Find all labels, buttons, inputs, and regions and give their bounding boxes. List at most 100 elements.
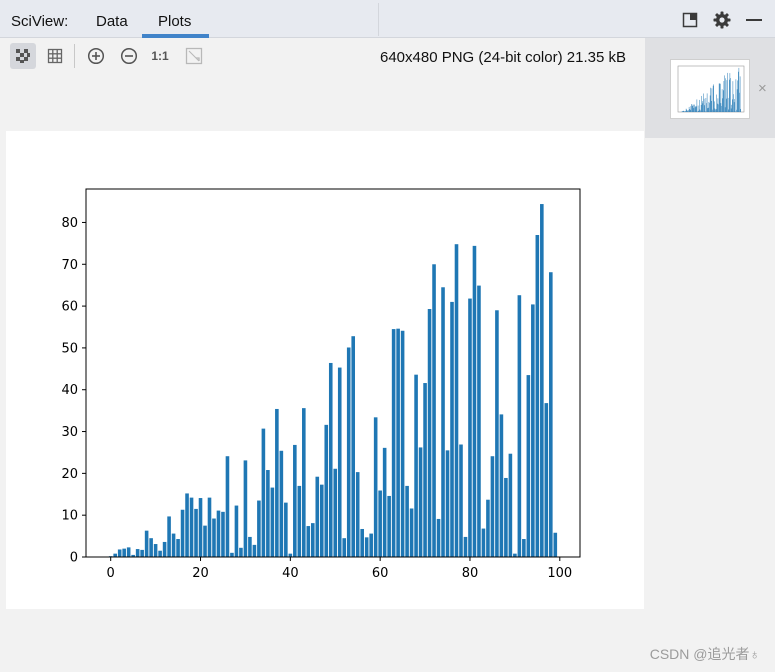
bar — [441, 287, 445, 557]
bar — [436, 518, 441, 557]
bar — [212, 518, 216, 557]
zoom-in-button[interactable] — [83, 43, 109, 69]
bar — [468, 298, 472, 557]
bar — [351, 336, 356, 557]
bar — [162, 541, 167, 557]
y-tick-label: 60 — [61, 300, 78, 315]
tab-data[interactable]: Data — [96, 13, 128, 30]
bar — [369, 533, 373, 557]
bar — [373, 417, 378, 557]
bar — [257, 500, 261, 557]
minimize-icon — [746, 19, 762, 21]
bar — [400, 330, 405, 557]
bar — [535, 235, 540, 557]
restore-layout-icon — [682, 12, 698, 28]
bar — [302, 408, 306, 557]
bar — [508, 453, 513, 557]
actual-size-button[interactable]: 1:1 — [147, 43, 173, 69]
x-tick-label: 40 — [282, 566, 299, 581]
bar — [513, 553, 517, 557]
bar — [396, 328, 400, 557]
y-tick-label: 0 — [70, 551, 78, 566]
minimize-button[interactable] — [744, 10, 764, 30]
bar — [495, 310, 499, 557]
bar — [207, 497, 212, 557]
zoom-out-icon — [120, 47, 138, 65]
x-tick-label: 100 — [547, 566, 572, 581]
bar — [243, 460, 248, 557]
bar — [517, 295, 522, 557]
sciview-label: SciView: — [11, 13, 69, 30]
bar — [405, 485, 409, 557]
bar — [252, 544, 257, 557]
toggle-grid-button[interactable] — [42, 43, 68, 69]
bar — [472, 245, 477, 557]
bar — [360, 528, 364, 557]
bar — [198, 498, 203, 557]
y-tick-label: 10 — [61, 509, 78, 524]
bar — [144, 530, 149, 557]
bar — [450, 301, 454, 557]
bar — [185, 493, 189, 557]
bar — [135, 549, 140, 557]
close-thumbnail-button[interactable]: × — [758, 80, 767, 97]
y-tick-label: 70 — [61, 258, 78, 273]
zoom-out-button[interactable] — [116, 43, 142, 69]
bar — [364, 537, 369, 557]
bar — [333, 468, 338, 557]
bar — [418, 447, 423, 557]
gear-icon — [713, 11, 731, 29]
bar — [261, 428, 266, 557]
zoom-in-icon — [87, 47, 105, 65]
restore-layout-button[interactable] — [680, 10, 700, 30]
bar — [553, 532, 558, 557]
actual-size-icon: 1:1 — [151, 49, 169, 63]
bar — [288, 553, 293, 557]
bar — [140, 549, 144, 557]
bar — [355, 472, 360, 557]
y-tick-label: 20 — [61, 467, 78, 482]
bar — [315, 476, 320, 557]
bar — [180, 509, 185, 557]
settings-button[interactable] — [712, 10, 732, 30]
bar — [230, 552, 234, 557]
bar — [279, 450, 284, 557]
bar — [194, 508, 198, 557]
bar — [113, 553, 117, 557]
bar — [284, 502, 288, 557]
image-toolbar: 1:1 640x480 PNG (24-bit color) 21.35 kB — [0, 38, 645, 74]
toggle-transparency-button[interactable] — [10, 43, 36, 69]
bar — [454, 244, 459, 557]
y-tick-label: 40 — [61, 383, 78, 398]
bar — [342, 538, 347, 557]
watermark: CSDN @追光者♁ — [649, 646, 760, 662]
bar — [477, 285, 481, 557]
bar — [432, 264, 436, 557]
bar — [167, 516, 171, 557]
tab-divider — [378, 3, 379, 36]
fit-to-window-button[interactable] — [181, 43, 207, 69]
plot-thumbnail[interactable] — [670, 59, 750, 119]
bar — [297, 485, 302, 557]
y-tick-label: 80 — [61, 216, 78, 231]
bar — [126, 547, 131, 557]
bars — [108, 204, 558, 557]
bar — [387, 495, 391, 557]
toolbar-separator — [74, 44, 75, 68]
bar — [522, 539, 526, 557]
bar — [153, 544, 158, 557]
bar — [117, 549, 122, 557]
tab-plots[interactable]: Plots — [158, 13, 191, 30]
bar — [378, 490, 382, 557]
bar — [266, 470, 270, 557]
bar — [445, 450, 450, 557]
x-tick-label: 0 — [107, 566, 115, 581]
bar — [414, 374, 418, 557]
bar — [499, 414, 504, 557]
bar — [306, 526, 311, 557]
bar — [122, 548, 126, 557]
bar — [531, 304, 535, 557]
plot-image: 0 20 40 60 80 100 0 10 20 30 40 50 60 70 80 — [6, 131, 644, 609]
bar — [275, 408, 279, 557]
bar — [427, 309, 432, 557]
